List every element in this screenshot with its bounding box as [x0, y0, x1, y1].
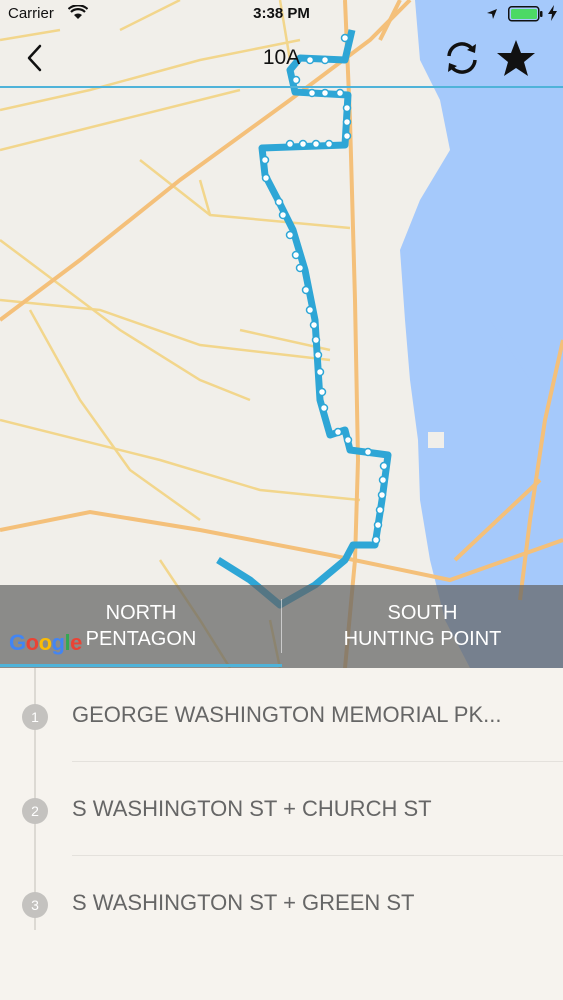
google-logo: Google: [9, 630, 82, 655]
status-time: 3:38 PM: [253, 5, 310, 22]
tab-north-direction: NORTH: [105, 602, 177, 624]
stop-name: GEORGE WASHINGTON MEMORIAL PK...: [72, 702, 502, 727]
stop-name: S WASHINGTON ST + GREEN ST: [72, 890, 415, 915]
favorite-button[interactable]: [494, 36, 538, 80]
status-bar: Carrier 3:38 PM: [0, 0, 563, 30]
list-item-stop-1[interactable]: 1 GEORGE WASHINGTON MEMORIAL PK...: [0, 668, 563, 762]
tab-south-hunting-point[interactable]: SOUTH HUNTING POINT: [282, 585, 563, 668]
nav-bar: 10A: [0, 30, 563, 86]
tab-south-direction: SOUTH: [387, 602, 458, 624]
stop-number-badge: 3: [22, 892, 48, 918]
list-item-stop-2[interactable]: 2 S WASHINGTON ST + CHURCH ST: [0, 762, 563, 856]
bus-stop-markers: [260, 33, 389, 545]
star-icon: [497, 40, 535, 76]
app-root: Carrier 3:38 PM 10A NORTH PENTAGON SOUTH…: [0, 0, 563, 1000]
charging-bolt-icon: [548, 5, 558, 26]
refresh-icon: [447, 42, 477, 74]
route-map[interactable]: [0, 0, 563, 668]
tab-south-destination: HUNTING POINT: [343, 628, 502, 650]
map-canvas: [0, 0, 563, 668]
direction-tabs: NORTH PENTAGON SOUTH HUNTING POINT: [0, 585, 563, 668]
pier: [428, 432, 444, 448]
nav-divider: [0, 86, 563, 88]
bus-route-line: [216, 29, 392, 609]
stops-list: 1 GEORGE WASHINGTON MEMORIAL PK... 2 S W…: [0, 668, 563, 1000]
stop-number-badge: 1: [22, 704, 48, 730]
stop-number-badge: 2: [22, 798, 48, 824]
list-item-stop-3[interactable]: 3 S WASHINGTON ST + GREEN ST: [0, 856, 563, 950]
stop-name: S WASHINGTON ST + CHURCH ST: [72, 796, 432, 821]
battery-icon: [508, 6, 544, 27]
refresh-button[interactable]: [440, 38, 484, 78]
selected-tab-indicator: [0, 664, 282, 667]
location-arrow-icon: [486, 7, 498, 25]
minor-roads: [0, 0, 361, 668]
